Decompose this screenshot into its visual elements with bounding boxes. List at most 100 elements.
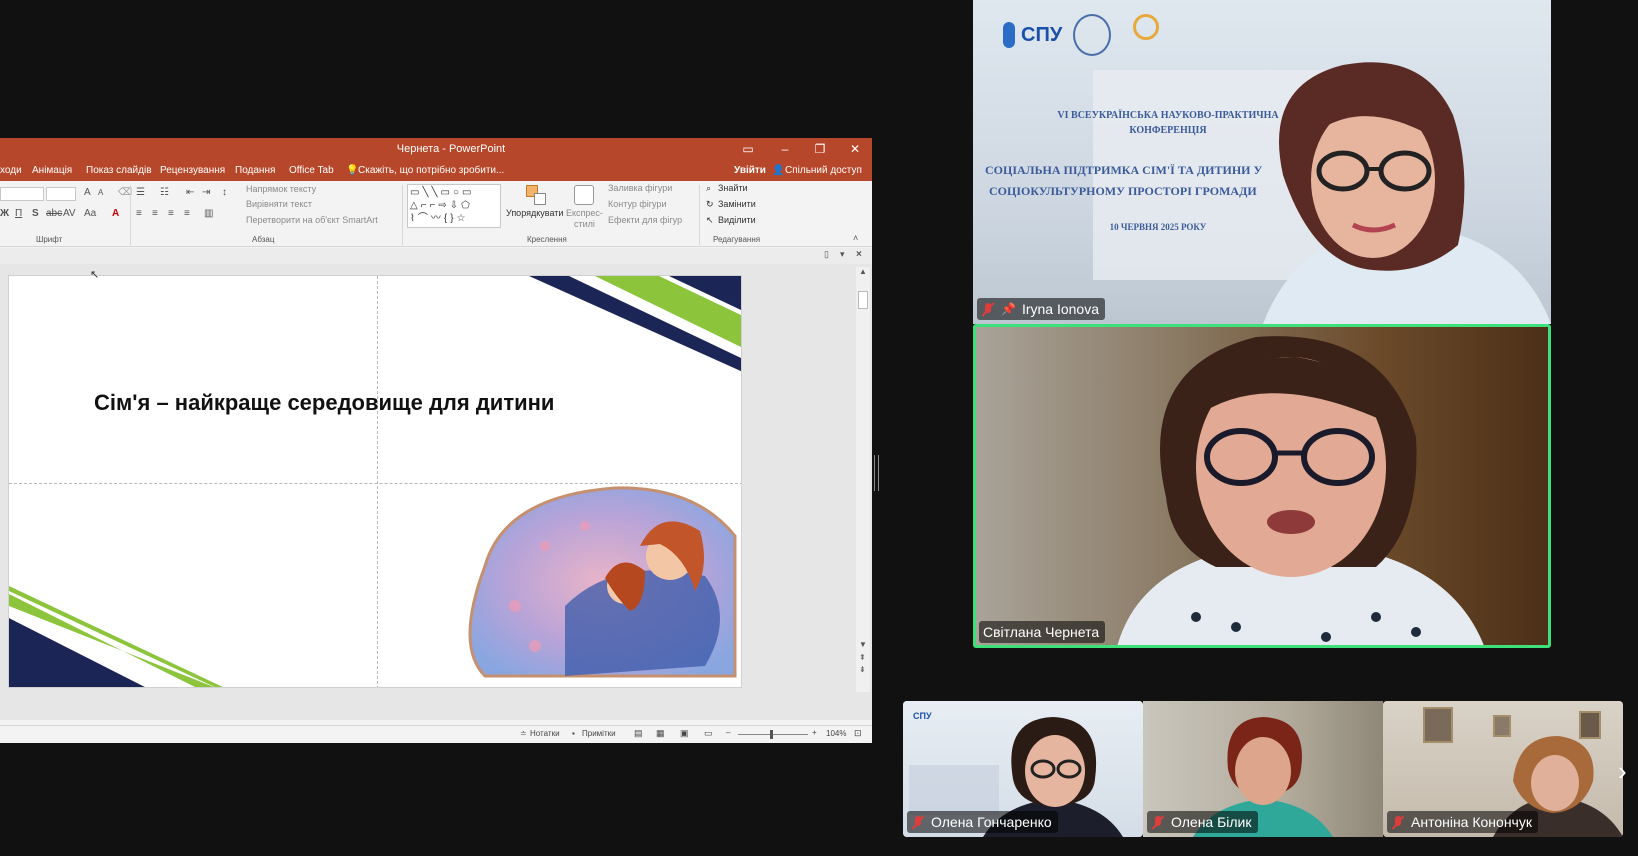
spacing-icon[interactable]: AV	[63, 208, 76, 219]
zoom-slider-thumb[interactable]	[770, 730, 773, 739]
chevron-right-icon[interactable]: ›	[1618, 758, 1627, 784]
convert-smartart-button[interactable]: Перетворити на об'єкт SmartArt	[246, 215, 378, 225]
arrange-icon	[526, 185, 548, 205]
line-spacing-icon[interactable]: ↕	[222, 187, 227, 198]
underline-icon[interactable]: П	[15, 208, 22, 219]
comments-button[interactable]: Примітки	[582, 729, 616, 738]
slideshow-icon[interactable]: ▭	[704, 728, 713, 739]
zoom-out-icon[interactable]: –	[726, 728, 730, 737]
numbering-icon[interactable]: ☷	[160, 187, 169, 198]
reading-view-icon[interactable]: ▣	[680, 728, 689, 739]
group-editing-label: Редагування	[713, 235, 761, 244]
text-direction-button[interactable]: Напрямок тексту	[246, 184, 316, 194]
replace-icon: ↻	[706, 199, 714, 209]
slide-title[interactable]: Сім'я – найкраще середовище для дитини	[94, 390, 554, 416]
scroll-down-icon[interactable]: ▼	[859, 640, 867, 649]
tab-insert[interactable]: ходи	[0, 165, 22, 176]
replace-button[interactable]: Замінити	[718, 199, 756, 209]
font-color-icon[interactable]: A	[112, 208, 119, 219]
spu-logo: СПУ	[1003, 22, 1062, 48]
strike-icon[interactable]: abc	[46, 208, 62, 219]
video-tile-olena-honcharenko[interactable]: СПУ Олена Гончаренко	[903, 701, 1143, 837]
fit-slide-icon[interactable]: ⊡	[854, 728, 862, 739]
font-grow-icon[interactable]: A	[84, 187, 91, 198]
group-font-label: Шрифт	[36, 235, 63, 244]
shape-outline-button[interactable]: Контур фігури	[608, 199, 666, 209]
participant-name: Світлана Чернета	[983, 624, 1100, 640]
zoom-slider[interactable]	[738, 734, 808, 735]
search-icon: ⌕	[706, 183, 712, 193]
close-tab-icon[interactable]: ×	[856, 249, 862, 260]
collapse-ribbon-icon[interactable]: ˄	[853, 233, 858, 243]
indent-decrease-icon[interactable]: ⇤	[186, 187, 194, 198]
tell-me-search[interactable]: Скажіть, що потрібно зробити...	[358, 165, 504, 176]
font-name-field[interactable]	[0, 187, 44, 201]
bold-icon[interactable]: Ж	[0, 208, 9, 219]
font-size-field[interactable]	[46, 187, 76, 201]
participant-name-tag: Олена Гончаренко	[907, 811, 1058, 833]
pin-icon[interactable]: 📌	[1001, 298, 1016, 320]
title-bar: Чернета - PowerPoint ▭ – ❐ ✕	[0, 138, 872, 161]
normal-view-icon[interactable]: ▤	[634, 728, 643, 739]
tab-view[interactable]: Подання	[235, 165, 275, 176]
case-icon[interactable]: Aa	[84, 208, 96, 219]
slide[interactable]: Сім'я – найкраще середовище для дитини	[8, 275, 742, 688]
group-paragraph-label: Абзац	[252, 235, 275, 244]
indent-increase-icon[interactable]: ⇥	[202, 187, 210, 198]
video-tile-olena-bilyk[interactable]: Олена Білик	[1143, 701, 1383, 837]
sign-in-link[interactable]: Увійти	[734, 165, 766, 176]
vertical-scrollbar[interactable]: ▲ ▼ ⇞ ⇟	[856, 267, 870, 692]
columns-icon[interactable]: ▥	[204, 208, 213, 219]
minimize-icon[interactable]: –	[771, 140, 799, 158]
tab-animations[interactable]: Анімація	[32, 165, 72, 176]
find-button[interactable]: Знайти	[718, 183, 748, 193]
quick-styles-button[interactable]: Експрес-	[566, 208, 603, 218]
scroll-thumb[interactable]	[858, 291, 868, 309]
powerpoint-window: Чернета - PowerPoint ▭ – ❐ ✕ ходи Анімац…	[0, 138, 872, 743]
arrange-button[interactable]: Упорядкувати	[506, 208, 563, 218]
scroll-up-icon[interactable]: ▲	[859, 267, 867, 276]
participant-name: Олена Гончаренко	[931, 814, 1052, 830]
share-button[interactable]: Спільний доступ	[785, 165, 862, 176]
video-tile-antonina-kononchuk[interactable]: Антоніна Конончук	[1383, 701, 1623, 837]
lightbulb-icon: 💡	[346, 165, 359, 176]
tab-review[interactable]: Рецензування	[160, 165, 225, 176]
tab-office-tab[interactable]: Office Tab	[289, 165, 334, 176]
align-text-button[interactable]: Вирівняти текст	[246, 199, 312, 209]
shapes-gallery[interactable]: ▭╲╲▭○▭ △⌐⌐⇨⇩⬠ ⌇⌒〰{}☆	[407, 184, 501, 228]
participant-name-tag: 📌 Iryna Ionova	[977, 298, 1106, 320]
sorter-view-icon[interactable]: ▦	[656, 728, 665, 739]
align-left-icon[interactable]: ≡	[136, 208, 142, 219]
panel-splitter[interactable]	[874, 455, 879, 491]
font-shrink-icon[interactable]: A	[98, 188, 103, 197]
shadow-icon[interactable]: S	[32, 208, 39, 219]
bullets-icon[interactable]: ☰	[136, 187, 145, 198]
next-slide-icon[interactable]: ⇟	[859, 665, 866, 674]
new-doc-icon[interactable]: ▯	[824, 249, 829, 260]
participant-video	[1117, 336, 1484, 645]
notes-button[interactable]: Нотатки	[530, 729, 560, 738]
restore-icon[interactable]: ❐	[806, 140, 834, 158]
university-seal-icon	[1073, 14, 1111, 56]
participant-name-tag: Світлана Чернета	[979, 621, 1106, 643]
align-right-icon[interactable]: ≡	[168, 208, 174, 219]
participant-name-tag: Антоніна Конончук	[1387, 811, 1538, 833]
ribbon-display-icon[interactable]: ▭	[734, 140, 762, 158]
align-center-icon[interactable]: ≡	[152, 208, 158, 219]
video-tile-iryna[interactable]: СПУ VI ВСЕУКРАЇНСЬКА НАУКОВО-ПРАКТИЧНА К…	[973, 0, 1551, 324]
ribbon: A A ⌫ Ж П S abc AV Aa A Шрифт ☰ ☷ ⇤ ⇥ ↕ …	[0, 181, 872, 247]
close-icon[interactable]: ✕	[841, 140, 869, 158]
comments-icon: ▪	[572, 729, 575, 738]
dropdown-icon[interactable]: ▾	[840, 249, 845, 260]
shape-effects-button[interactable]: Ефекти для фігур	[608, 215, 682, 225]
zoom-level[interactable]: 104%	[826, 729, 846, 738]
tab-slideshow[interactable]: Показ слайдів	[86, 165, 152, 176]
quick-styles-icon	[574, 185, 594, 205]
justify-icon[interactable]: ≡	[184, 208, 190, 219]
zoom-in-icon[interactable]: +	[812, 728, 817, 737]
select-button[interactable]: Виділити	[718, 215, 756, 225]
video-tile-svitlana[interactable]: Світлана Чернета	[973, 324, 1551, 648]
prev-slide-icon[interactable]: ⇞	[859, 653, 866, 662]
shape-fill-button[interactable]: Заливка фігури	[608, 183, 672, 193]
participant-name: Iryna Ionova	[1021, 301, 1100, 317]
